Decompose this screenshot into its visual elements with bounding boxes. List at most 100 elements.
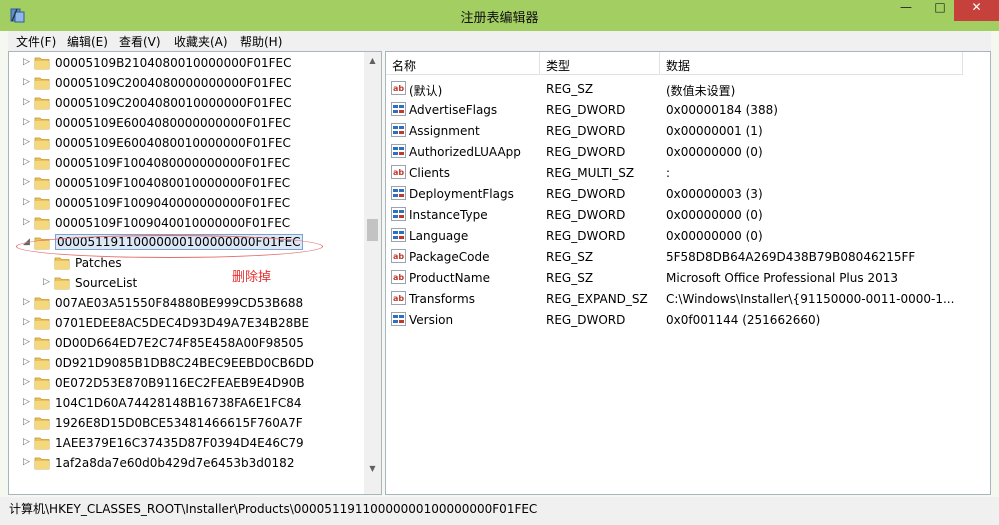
column-header-data[interactable]: 数据 <box>660 52 963 75</box>
folder-icon <box>34 356 50 370</box>
expand-arrow-icon[interactable]: ▷ <box>23 417 30 427</box>
tree-item[interactable]: ▷ 00005109E6004080010000000F01FEC <box>9 133 365 153</box>
menu-edit[interactable]: 编辑(E) <box>67 33 108 50</box>
value-row[interactable]: ab ProductName REG_SZ Microsoft Office Prof… <box>386 267 986 288</box>
expand-arrow-icon[interactable]: ▷ <box>23 317 30 327</box>
binary-value-icon <box>391 186 406 200</box>
tree-item[interactable]: ▷ SourceList <box>9 273 365 293</box>
tree-item[interactable]: ▷ 00005109C2004080000000000F01FEC <box>9 73 365 93</box>
menu-view[interactable]: 查看(V) <box>119 33 161 50</box>
tree-item-label[interactable]: 0D00D664ED7E2C74F85E458A00F98505 <box>55 336 304 350</box>
tree-item[interactable]: ▷ 00005109F1004080010000000F01FEC <box>9 173 365 193</box>
expand-arrow-icon[interactable]: ▷ <box>23 357 30 367</box>
folder-icon <box>34 336 50 350</box>
value-row[interactable]: Version REG_DWORD 0x0f001144 (251662660) <box>386 309 986 330</box>
value-row[interactable]: ab Transforms REG_EXPAND_SZ C:\Windows\Inst… <box>386 288 986 309</box>
expand-arrow-icon[interactable]: ▷ <box>23 377 30 387</box>
expand-arrow-icon[interactable]: ▷ <box>23 437 30 447</box>
menu-help[interactable]: 帮助(H) <box>240 33 282 50</box>
close-button[interactable]: ✕ <box>954 0 999 21</box>
tree-item[interactable]: ▷ 007AE03A51550F84880BE999CD53B688 <box>9 293 365 313</box>
folder-icon <box>34 296 50 310</box>
column-header-type[interactable]: 类型 <box>540 52 660 75</box>
folder-icon <box>34 216 50 230</box>
tree-item-label[interactable]: 00005109E6004080010000000F01FEC <box>55 136 291 150</box>
tree-item-label[interactable]: 0701EDEE8AC5DEC4D93D49A7E34B28BE <box>55 316 309 330</box>
expand-arrow-icon[interactable]: ▷ <box>23 337 30 347</box>
menu-favorites[interactable]: 收藏夹(A) <box>174 33 228 50</box>
tree-item-label[interactable]: 104C1D60A74428148B16738FA6E1FC84 <box>55 396 302 410</box>
tree-item-label[interactable]: 00005109F1004080010000000F01FEC <box>55 176 290 190</box>
expand-arrow-icon[interactable]: ▷ <box>23 57 30 67</box>
value-data: 0x00000000 (0) <box>666 145 763 159</box>
tree-item-label[interactable]: 00005109C2004080000000000F01FEC <box>55 76 292 90</box>
folder-icon <box>34 76 50 90</box>
annotation-ellipse <box>16 235 323 258</box>
tree-item-label[interactable]: 007AE03A51550F84880BE999CD53B688 <box>55 296 303 310</box>
expand-arrow-icon[interactable]: ▷ <box>23 177 30 187</box>
tree-item-label[interactable]: 1af2a8da7e60d0b429d7e6453b3d0182 <box>55 456 294 470</box>
expand-arrow-icon[interactable]: ▷ <box>23 297 30 307</box>
scroll-thumb[interactable] <box>367 219 378 241</box>
value-row[interactable]: Language REG_DWORD 0x00000000 (0) <box>386 225 986 246</box>
value-row[interactable]: DeploymentFlags REG_DWORD 0x00000003 (3) <box>386 183 986 204</box>
tree-vertical-scrollbar[interactable]: ▲ ▼ <box>364 52 381 494</box>
expand-arrow-icon[interactable]: ▷ <box>23 137 30 147</box>
string-value-icon: ab <box>391 291 406 305</box>
tree-item-label[interactable]: 1AEE379E16C37435D87F0394D4E46C79 <box>55 436 304 450</box>
tree-item[interactable]: ▷ 00005109C2004080010000000F01FEC <box>9 93 365 113</box>
tree-item[interactable]: ▷ 0E072D53E870B9116EC2FEAEB9E4D90B <box>9 373 365 393</box>
expand-arrow-icon[interactable]: ▷ <box>43 277 50 287</box>
tree-item-label[interactable]: 00005109F1009040000000000F01FEC <box>55 196 290 210</box>
registry-tree-pane[interactable]: ▷ 00005109B2104080010000000F01FEC ▷ 0000510… <box>8 51 382 495</box>
menu-file[interactable]: 文件(F) <box>16 33 56 50</box>
value-row[interactable]: InstanceType REG_DWORD 0x00000000 (0) <box>386 204 986 225</box>
tree-item-label[interactable]: 00005109F1009040010000000F01FEC <box>55 216 290 230</box>
tree-item[interactable]: ▷ 1af2a8da7e60d0b429d7e6453b3d0182 <box>9 453 365 473</box>
tree-item[interactable]: ▷ 00005109F1004080000000000F01FEC <box>9 153 365 173</box>
value-row[interactable]: ab Clients REG_MULTI_SZ: <box>386 162 986 183</box>
value-row[interactable]: ab (默认) REG_SZ (数值未设置) <box>386 78 986 99</box>
value-row[interactable]: Assignment REG_DWORD 0x00000001 (1) <box>386 120 986 141</box>
value-type: REG_DWORD <box>546 229 626 243</box>
expand-arrow-icon[interactable]: ▷ <box>23 217 30 227</box>
tree-item[interactable]: ▷ 0701EDEE8AC5DEC4D93D49A7E34B28BE <box>9 313 365 333</box>
scroll-down-arrow-icon[interactable]: ▼ <box>364 460 381 477</box>
tree-item[interactable]: ▷ 00005109F1009040000000000F01FEC <box>9 193 365 213</box>
maximize-button[interactable]: □ <box>926 0 954 21</box>
tree-item[interactable]: ▷ 1926E8D15D0BCE53481466615F760A7F <box>9 413 365 433</box>
expand-arrow-icon[interactable]: ▷ <box>23 117 30 127</box>
values-list-pane[interactable]: 名称 类型 数据 ab (默认) REG_SZ (数值未设置) AdvertiseFla… <box>385 51 991 495</box>
expand-arrow-icon[interactable]: ▷ <box>23 197 30 207</box>
expand-arrow-icon[interactable]: ▷ <box>23 77 30 87</box>
expand-arrow-icon[interactable]: ▷ <box>23 457 30 467</box>
value-name: ProductName <box>409 271 490 285</box>
minimize-button[interactable]: — <box>886 0 926 21</box>
tree-item-label[interactable]: 0D921D9085B1DB8C24BEC9EEBD0CB6DD <box>55 356 314 370</box>
tree-item-label[interactable]: 1926E8D15D0BCE53481466615F760A7F <box>55 416 303 430</box>
tree-item-label[interactable]: 00005109F1004080000000000F01FEC <box>55 156 290 170</box>
expand-arrow-icon[interactable]: ▷ <box>23 157 30 167</box>
value-row[interactable]: ab PackageCode REG_SZ 5F58D8DB64A269D438B79… <box>386 246 986 267</box>
tree-item[interactable]: ▷ 0D921D9085B1DB8C24BEC9EEBD0CB6DD <box>9 353 365 373</box>
expand-arrow-icon[interactable]: ▷ <box>23 97 30 107</box>
tree-item-label[interactable]: 00005109C2004080010000000F01FEC <box>55 96 292 110</box>
value-row[interactable]: AuthorizedLUAApp REG_DWORD 0x00000000 (0) <box>386 141 986 162</box>
tree-item-label[interactable]: 00005109E6004080000000000F01FEC <box>55 116 291 130</box>
value-row[interactable]: AdvertiseFlags REG_DWORD 0x00000184 (388) <box>386 99 986 120</box>
tree-item[interactable]: ▷ 00005109E6004080000000000F01FEC <box>9 113 365 133</box>
binary-value-icon <box>391 102 406 116</box>
tree-item[interactable]: ▷ 104C1D60A74428148B16738FA6E1FC84 <box>9 393 365 413</box>
tree-item-label[interactable]: SourceList <box>75 276 137 290</box>
expand-arrow-icon[interactable]: ▷ <box>23 397 30 407</box>
tree-item[interactable]: ▷ 00005109B2104080010000000F01FEC <box>9 53 365 73</box>
tree-item-label[interactable]: 00005109B2104080010000000F01FEC <box>55 56 292 70</box>
tree-item[interactable]: ▷ 0D00D664ED7E2C74F85E458A00F98505 <box>9 333 365 353</box>
value-data: C:\Windows\Installer\{91150000-0011-0000… <box>666 292 955 306</box>
scroll-up-arrow-icon[interactable]: ▲ <box>364 52 381 69</box>
column-header-name[interactable]: 名称 <box>386 52 540 75</box>
tree-item-label[interactable]: Patches <box>75 256 122 270</box>
tree-item-label[interactable]: 0E072D53E870B9116EC2FEAEB9E4D90B <box>55 376 305 390</box>
tree-item[interactable]: ▷ 1AEE379E16C37435D87F0394D4E46C79 <box>9 433 365 453</box>
tree-item[interactable]: ▷ 00005109F1009040010000000F01FEC <box>9 213 365 233</box>
